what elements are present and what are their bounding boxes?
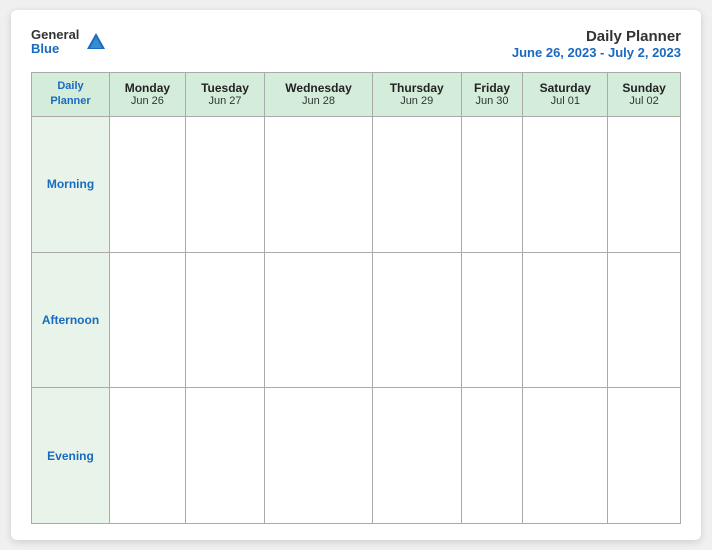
saturday-label: Saturday bbox=[525, 81, 605, 95]
friday-date: Jun 30 bbox=[464, 95, 521, 107]
col-daily-planner: DailyPlanner bbox=[32, 73, 110, 117]
saturday-date: Jul 01 bbox=[525, 95, 605, 107]
friday-label: Friday bbox=[464, 81, 521, 95]
evening-tuesday-cell[interactable] bbox=[185, 388, 264, 524]
sunday-label: Sunday bbox=[610, 81, 678, 95]
afternoon-monday-cell[interactable] bbox=[110, 252, 186, 388]
evening-wednesday-cell[interactable] bbox=[265, 388, 373, 524]
page: General Blue Daily Planner June 26, 2023… bbox=[11, 10, 701, 540]
afternoon-saturday-cell[interactable] bbox=[523, 252, 608, 388]
col-tuesday: Tuesday Jun 27 bbox=[185, 73, 264, 117]
wednesday-date: Jun 28 bbox=[267, 95, 370, 107]
afternoon-thursday-cell[interactable] bbox=[372, 252, 461, 388]
monday-label: Monday bbox=[112, 81, 183, 95]
sunday-date: Jul 02 bbox=[610, 95, 678, 107]
col-monday: Monday Jun 26 bbox=[110, 73, 186, 117]
evening-friday-cell[interactable] bbox=[461, 388, 523, 524]
morning-wednesday-cell[interactable] bbox=[265, 116, 373, 252]
afternoon-friday-cell[interactable] bbox=[461, 252, 523, 388]
logo-icon bbox=[85, 31, 107, 53]
afternoon-row: Afternoon bbox=[32, 252, 681, 388]
evening-label: Evening bbox=[32, 388, 110, 524]
monday-date: Jun 26 bbox=[112, 95, 183, 107]
morning-monday-cell[interactable] bbox=[110, 116, 186, 252]
wednesday-label: Wednesday bbox=[267, 81, 370, 95]
evening-row: Evening bbox=[32, 388, 681, 524]
morning-friday-cell[interactable] bbox=[461, 116, 523, 252]
morning-tuesday-cell[interactable] bbox=[185, 116, 264, 252]
col-friday: Friday Jun 30 bbox=[461, 73, 523, 117]
col-thursday: Thursday Jun 29 bbox=[372, 73, 461, 117]
evening-thursday-cell[interactable] bbox=[372, 388, 461, 524]
evening-saturday-cell[interactable] bbox=[523, 388, 608, 524]
evening-monday-cell[interactable] bbox=[110, 388, 186, 524]
daily-planner-label: DailyPlanner bbox=[50, 80, 90, 107]
logo-area: General Blue bbox=[31, 28, 107, 57]
col-saturday: Saturday Jul 01 bbox=[523, 73, 608, 117]
logo-blue: Blue bbox=[31, 42, 79, 56]
tuesday-label: Tuesday bbox=[188, 81, 262, 95]
title-sub: June 26, 2023 - July 2, 2023 bbox=[512, 45, 681, 60]
logo-general: General bbox=[31, 28, 79, 42]
header: General Blue Daily Planner June 26, 2023… bbox=[31, 28, 681, 60]
afternoon-label: Afternoon bbox=[32, 252, 110, 388]
header-row: DailyPlanner Monday Jun 26 Tuesday Jun 2… bbox=[32, 73, 681, 117]
thursday-label: Thursday bbox=[375, 81, 459, 95]
afternoon-wednesday-cell[interactable] bbox=[265, 252, 373, 388]
morning-thursday-cell[interactable] bbox=[372, 116, 461, 252]
morning-sunday-cell[interactable] bbox=[608, 116, 681, 252]
logo-text: General Blue bbox=[31, 28, 79, 57]
calendar-table: DailyPlanner Monday Jun 26 Tuesday Jun 2… bbox=[31, 72, 681, 524]
thursday-date: Jun 29 bbox=[375, 95, 459, 107]
morning-saturday-cell[interactable] bbox=[523, 116, 608, 252]
afternoon-tuesday-cell[interactable] bbox=[185, 252, 264, 388]
title-area: Daily Planner June 26, 2023 - July 2, 20… bbox=[512, 28, 681, 60]
col-wednesday: Wednesday Jun 28 bbox=[265, 73, 373, 117]
morning-row: Morning bbox=[32, 116, 681, 252]
morning-label: Morning bbox=[32, 116, 110, 252]
afternoon-sunday-cell[interactable] bbox=[608, 252, 681, 388]
tuesday-date: Jun 27 bbox=[188, 95, 262, 107]
col-sunday: Sunday Jul 02 bbox=[608, 73, 681, 117]
title-main: Daily Planner bbox=[512, 28, 681, 45]
evening-sunday-cell[interactable] bbox=[608, 388, 681, 524]
